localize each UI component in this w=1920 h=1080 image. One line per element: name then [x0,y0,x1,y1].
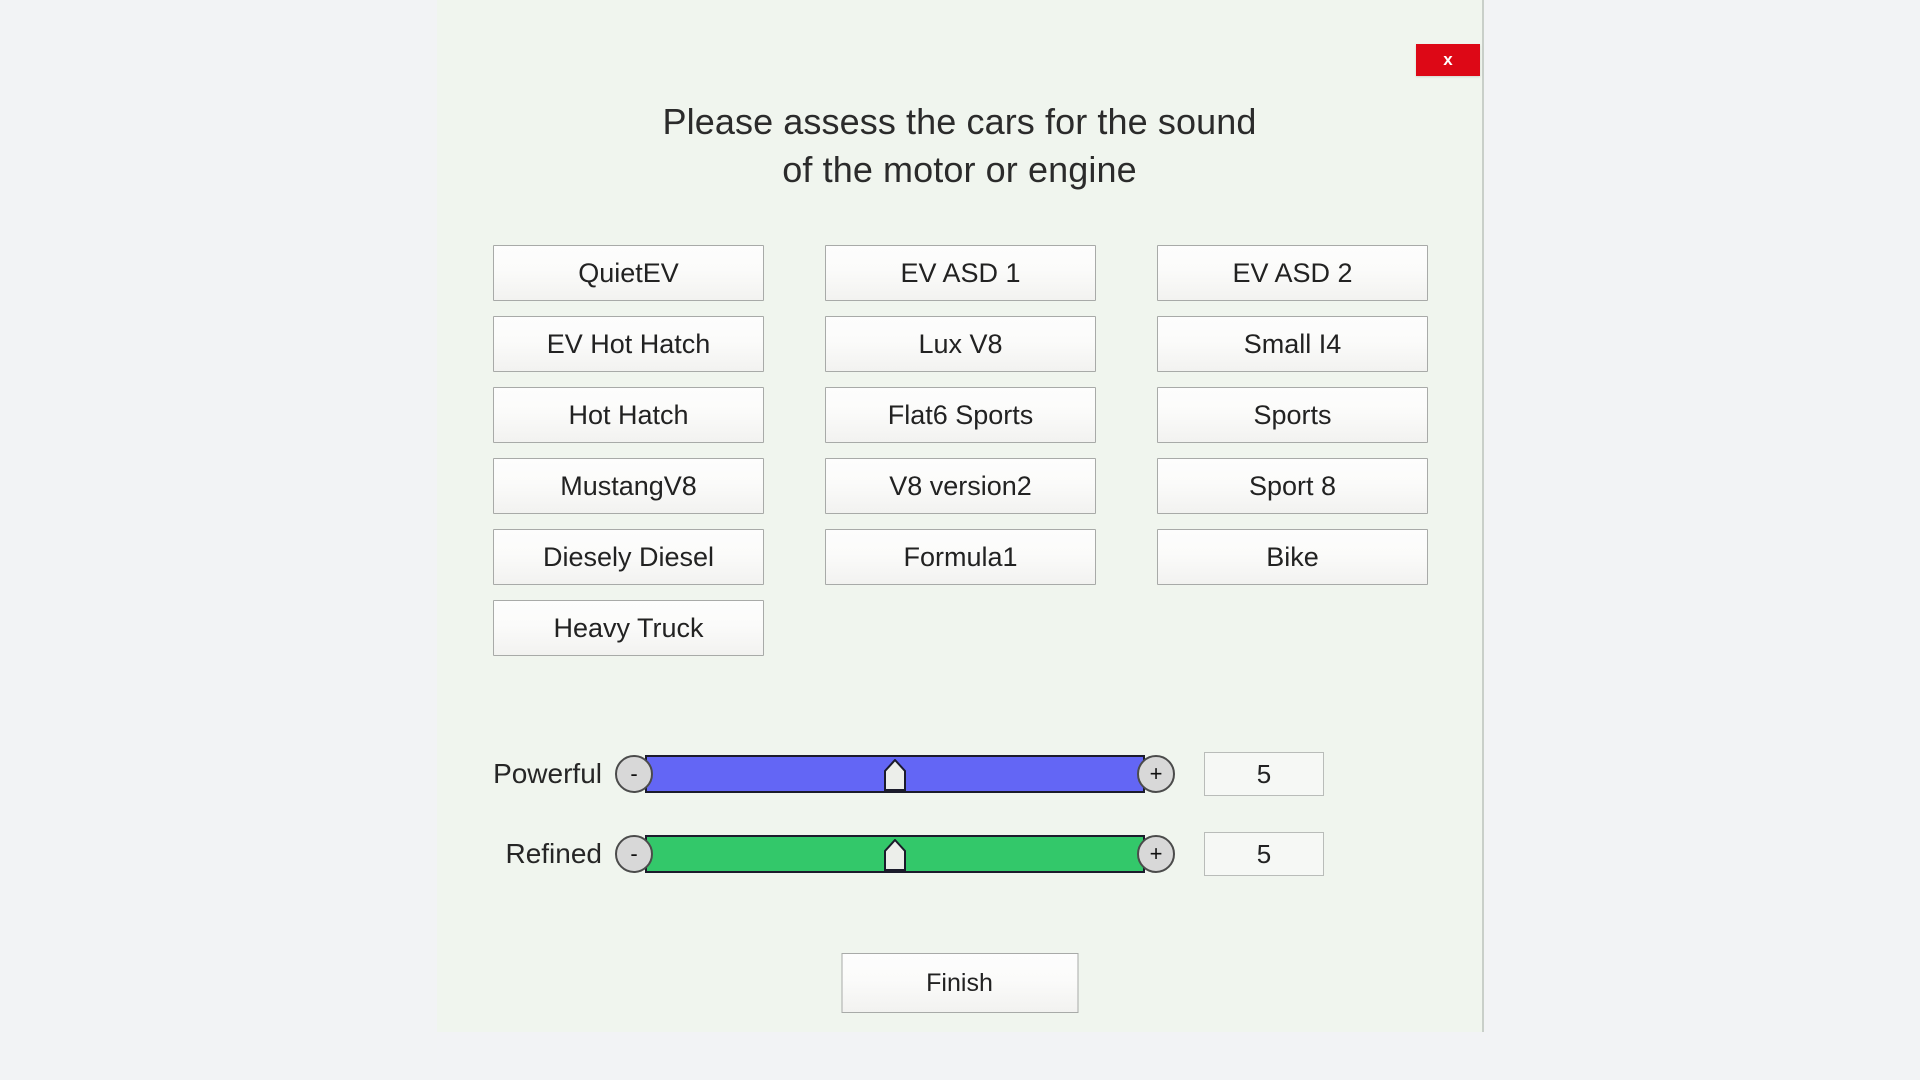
sound-button-heavy-truck[interactable]: Heavy Truck [493,600,764,656]
sound-button-ev-asd-2[interactable]: EV ASD 2 [1157,245,1428,301]
sound-button-ev-hot-hatch[interactable]: EV Hot Hatch [493,316,764,372]
slider-thumb-refined[interactable] [883,839,907,871]
assessment-window: x Please assess the cars for the sound o… [437,0,1484,1032]
page-title: Please assess the cars for the sound of … [662,101,1257,190]
sound-button-quietev[interactable]: QuietEV [493,245,764,301]
slider-label-refined: Refined [505,838,602,869]
sound-button-formula1[interactable]: Formula1 [825,529,1096,585]
close-icon[interactable]: x [1416,44,1480,76]
slider-track-refined[interactable] [645,835,1145,873]
sound-button-hot-hatch[interactable]: Hot Hatch [493,387,764,443]
sound-button-small-i4[interactable]: Small I4 [1157,316,1428,372]
decrement-button-powerful[interactable]: - [615,755,653,793]
slider-value-refined[interactable]: 5 [1204,832,1324,876]
slider-track-powerful[interactable] [645,755,1145,793]
increment-button-refined[interactable]: + [1137,835,1175,873]
slider-value-powerful[interactable]: 5 [1204,752,1324,796]
sound-button-diesely-diesel[interactable]: Diesely Diesel [493,529,764,585]
sound-button-grid: QuietEV EV ASD 1 EV ASD 2 EV Hot Hatch L… [493,245,1428,656]
slider-row-refined: Refined - + 5 [437,826,1482,882]
slider-row-powerful: Powerful - + 5 [437,746,1482,802]
slider-thumb-powerful[interactable] [883,759,907,791]
sound-button-bike[interactable]: Bike [1157,529,1428,585]
sound-button-ev-asd-1[interactable]: EV ASD 1 [825,245,1096,301]
sound-button-mustangv8[interactable]: MustangV8 [493,458,764,514]
sound-button-lux-v8[interactable]: Lux V8 [825,316,1096,372]
sound-button-sports[interactable]: Sports [1157,387,1428,443]
slider-label-powerful: Powerful [493,758,602,789]
sound-button-flat6-sports[interactable]: Flat6 Sports [825,387,1096,443]
rating-sliders: Powerful - + 5 Refined - + 5 [437,746,1482,906]
increment-button-powerful[interactable]: + [1137,755,1175,793]
decrement-button-refined[interactable]: - [615,835,653,873]
sound-button-sport-8[interactable]: Sport 8 [1157,458,1428,514]
finish-button[interactable]: Finish [841,953,1078,1013]
sound-button-v8-version2[interactable]: V8 version2 [825,458,1096,514]
